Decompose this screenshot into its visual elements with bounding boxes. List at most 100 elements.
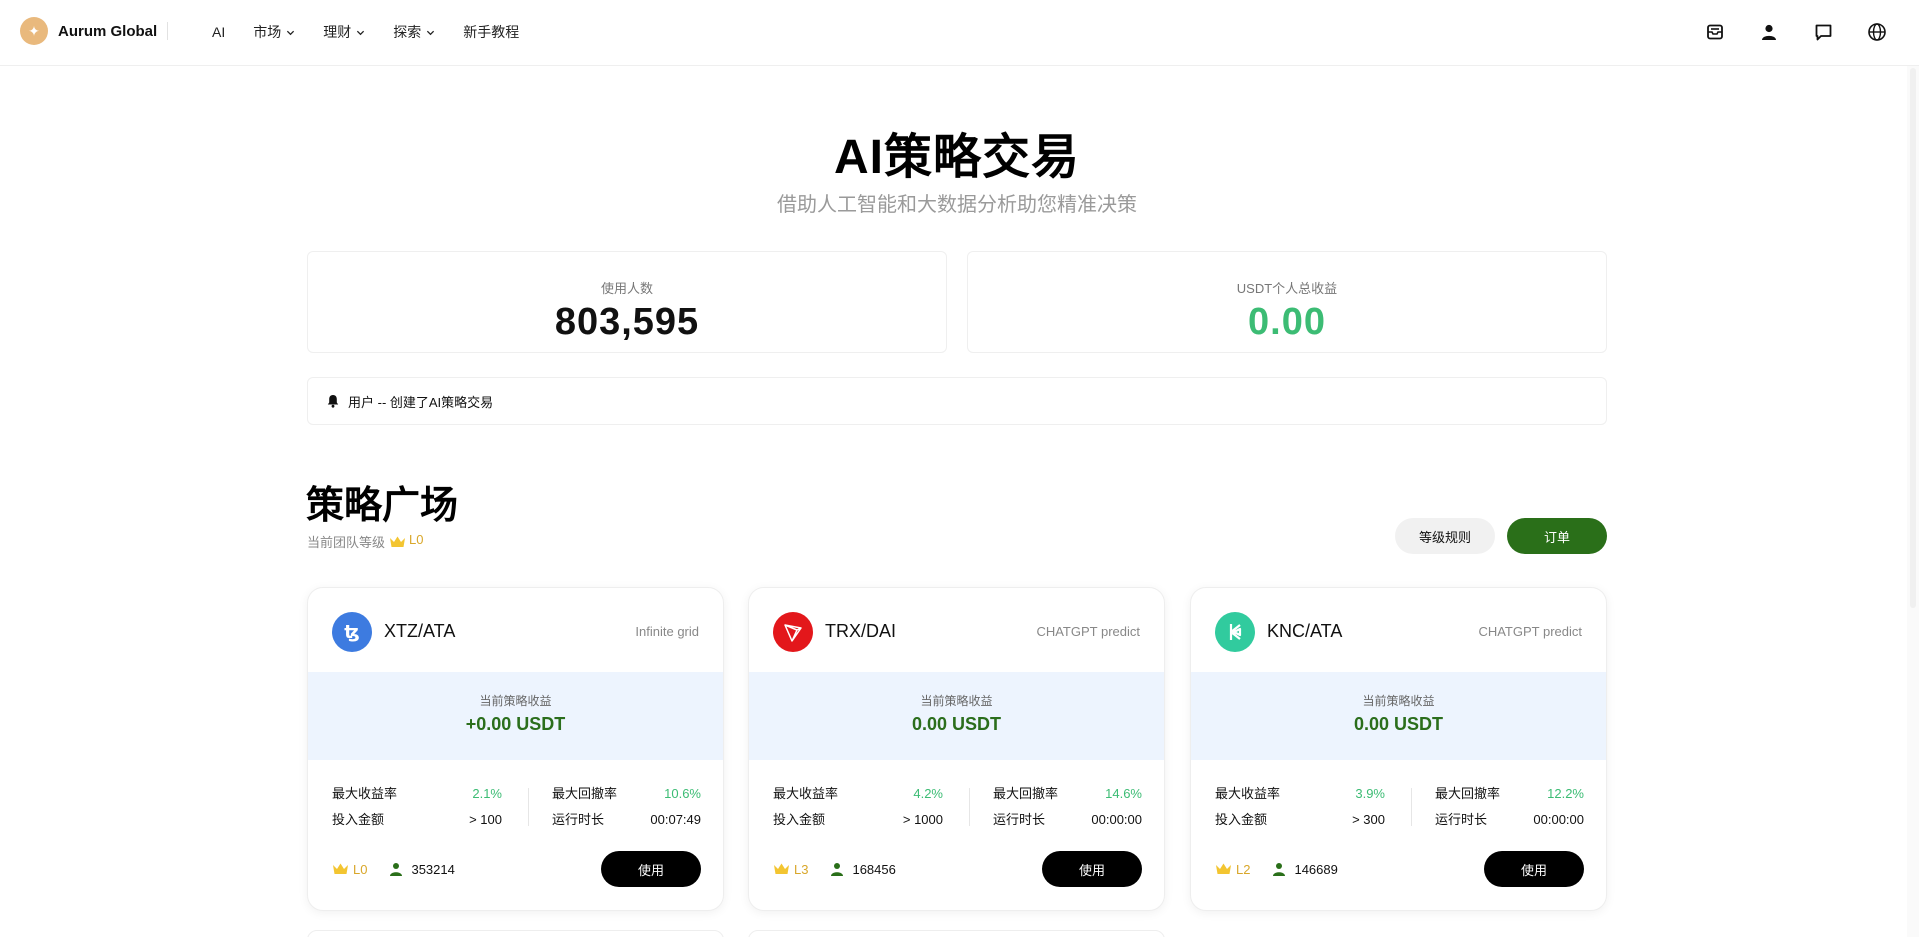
pair-name: XTZ/ATA bbox=[384, 621, 456, 641]
brand[interactable]: ✦ Aurum Global bbox=[20, 17, 157, 45]
max-drawdown-label: 最大回撤率 bbox=[1435, 786, 1501, 801]
chevron-down-icon bbox=[357, 30, 365, 35]
card-header: KNC/ATA CHATGPT predict bbox=[1191, 588, 1606, 672]
tron-icon bbox=[773, 612, 813, 652]
profit-value: 0.00 USDT bbox=[1353, 714, 1444, 734]
strategy-card-partial[interactable] bbox=[748, 930, 1165, 937]
algo-type: CHATGPT predict bbox=[1478, 624, 1582, 639]
top-navbar: ✦ Aurum Global AI 市场 理财 探索 新手教程 bbox=[0, 0, 1919, 66]
crown-icon bbox=[333, 863, 348, 874]
invest-label: 投入金额 bbox=[332, 812, 385, 827]
brand-divider bbox=[167, 22, 168, 40]
profit-label: 当前策略收益 bbox=[920, 694, 993, 708]
brand-name: Aurum Global bbox=[58, 22, 158, 40]
nav-item-label: 探索 bbox=[393, 24, 422, 40]
team-level-label: 当前团队等级 bbox=[307, 535, 386, 550]
runtime-label: 运行时长 bbox=[1435, 812, 1488, 827]
section-title: 策略广场 bbox=[306, 485, 459, 527]
use-button[interactable]: 使用 bbox=[1484, 851, 1584, 887]
pair-name: KNC/ATA bbox=[1267, 621, 1343, 641]
max-return-label: 最大收益率 bbox=[773, 786, 839, 801]
users-stat-value: 803,595 bbox=[554, 301, 700, 343]
nav-item-finance[interactable]: 理财 bbox=[323, 22, 365, 42]
page-subtitle: 借助人工智能和大数据分析助您精准决策 bbox=[777, 194, 1137, 216]
profit-panel: 当前策略收益 +0.00 USDT bbox=[308, 672, 723, 760]
user-icon[interactable] bbox=[1757, 20, 1781, 44]
nav-item-label: 市场 bbox=[253, 24, 282, 40]
profit-label: 当前策略收益 bbox=[479, 694, 552, 708]
required-level: L3 bbox=[794, 861, 809, 877]
pair-name: TRX/DAI bbox=[825, 621, 897, 641]
max-return-label: 最大收益率 bbox=[1215, 786, 1281, 801]
page-title: AI策略交易 bbox=[833, 131, 1080, 184]
user-count: 353214 bbox=[411, 861, 455, 877]
team-level-value: L0 bbox=[409, 532, 424, 547]
brand-logo-icon: ✦ bbox=[20, 17, 48, 45]
required-level: L0 bbox=[353, 861, 368, 877]
card-footer: L3 168456 使用 bbox=[773, 851, 1142, 887]
chevron-down-icon bbox=[287, 30, 295, 35]
bell-icon bbox=[327, 395, 339, 408]
chat-icon[interactable] bbox=[1811, 20, 1835, 44]
users-stat-card: 使用人数 803,595 bbox=[307, 251, 947, 353]
crown-icon bbox=[774, 863, 789, 874]
strategy-card-partial[interactable] bbox=[307, 930, 724, 937]
svg-text:ꜩ: ꜩ bbox=[344, 622, 359, 643]
metrics: 最大收益率 3.9% 投入金额 > 300 最大回撤率 12.2% 运行时长 00:00… bbox=[1215, 784, 1584, 834]
metrics: 最大收益率 2.1% 投入金额 > 100 最大回撤率 10.6% 运行时长 00:07… bbox=[332, 784, 701, 834]
metrics: 最大收益率 4.2% 投入金额 > 1000 最大回撤率 14.6% 运行时长 00:0… bbox=[773, 784, 1142, 834]
algo-type: CHATGPT predict bbox=[1036, 624, 1140, 639]
strategy-card[interactable]: ꜩ XTZ/ATA Infinite grid 当前策略收益 +0.00 USD… bbox=[307, 587, 724, 911]
metrics-divider bbox=[528, 788, 529, 826]
orders-button[interactable]: 订单 bbox=[1507, 518, 1607, 554]
profit-value: +0.00 USDT bbox=[465, 714, 566, 734]
globe-icon[interactable] bbox=[1865, 20, 1889, 44]
nav-item-label: 新手教程 bbox=[463, 24, 520, 40]
max-drawdown-value: 14.6% bbox=[1105, 786, 1142, 801]
max-drawdown-value: 12.2% bbox=[1547, 786, 1584, 801]
invest-label: 投入金额 bbox=[773, 812, 826, 827]
crown-icon bbox=[390, 536, 406, 547]
earnings-stat-card: USDT个人总收益 0.00 bbox=[967, 251, 1607, 353]
nav-item-explore[interactable]: 探索 bbox=[393, 22, 435, 42]
max-return-value: 3.9% bbox=[1355, 786, 1385, 801]
nav-item-label: AI bbox=[212, 24, 226, 40]
nav-item-label: 理财 bbox=[323, 24, 352, 40]
user-count-icon bbox=[1273, 863, 1286, 876]
profit-panel: 当前策略收益 0.00 USDT bbox=[749, 672, 1164, 760]
invest-label: 投入金额 bbox=[1215, 812, 1268, 827]
strategy-card[interactable]: KNC/ATA CHATGPT predict 当前策略收益 0.00 USDT… bbox=[1190, 587, 1607, 911]
page-scrollbar[interactable] bbox=[1907, 66, 1919, 937]
max-drawdown-value: 10.6% bbox=[664, 786, 701, 801]
nav-item-ai[interactable]: AI bbox=[212, 24, 225, 40]
use-button[interactable]: 使用 bbox=[1042, 851, 1142, 887]
team-level: 当前团队等级 L0 bbox=[307, 532, 423, 551]
max-return-value: 2.1% bbox=[472, 786, 502, 801]
profit-value: 0.00 USDT bbox=[911, 714, 1002, 734]
crown-icon bbox=[1216, 863, 1231, 874]
level-rules-button[interactable]: 等级规则 bbox=[1395, 518, 1495, 554]
scrollbar-thumb[interactable] bbox=[1910, 68, 1916, 608]
notice-text: 用户 -- 创建了AI策略交易 bbox=[348, 394, 494, 410]
runtime-value: 00:00:00 bbox=[1091, 812, 1142, 827]
users-stat-label: 使用人数 bbox=[600, 281, 653, 296]
use-button[interactable]: 使用 bbox=[601, 851, 701, 887]
card-footer: L2 146689 使用 bbox=[1215, 851, 1584, 887]
kyber-icon bbox=[1215, 612, 1255, 652]
user-count-icon bbox=[831, 863, 844, 876]
nav-item-tutorial[interactable]: 新手教程 bbox=[463, 22, 519, 42]
runtime-label: 运行时长 bbox=[993, 812, 1046, 827]
runtime-label: 运行时长 bbox=[552, 812, 605, 827]
algo-type: Infinite grid bbox=[635, 624, 699, 639]
invest-value: > 100 bbox=[469, 812, 502, 827]
profit-label: 当前策略收益 bbox=[1362, 694, 1435, 708]
strategy-card[interactable]: TRX/DAI CHATGPT predict 当前策略收益 0.00 USDT… bbox=[748, 587, 1165, 911]
mail-icon[interactable] bbox=[1703, 20, 1727, 44]
user-count: 168456 bbox=[852, 861, 896, 877]
earnings-stat-value: 0.00 bbox=[1248, 301, 1326, 343]
nav-item-market[interactable]: 市场 bbox=[253, 22, 295, 42]
chevron-down-icon bbox=[427, 30, 435, 35]
card-header: ꜩ XTZ/ATA Infinite grid bbox=[308, 588, 723, 672]
main-nav: AI 市场 理财 探索 新手教程 bbox=[212, 0, 547, 64]
invest-value: > 300 bbox=[1352, 812, 1385, 827]
